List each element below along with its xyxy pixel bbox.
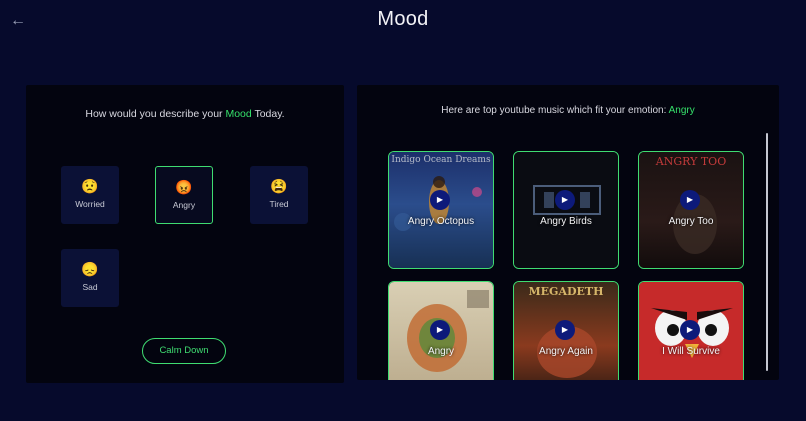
sad-face-icon: 😞 — [81, 261, 99, 277]
mood-label: Sad — [82, 282, 98, 292]
song-card[interactable]: ▶ I Will Survive — [638, 281, 744, 380]
heading-text: Here are top youtube music which fit you… — [441, 105, 669, 116]
mood-option-angry[interactable]: 😡 Angry — [155, 166, 213, 224]
play-icon[interactable]: ▶ — [555, 320, 575, 340]
mood-panel: How would you describe your Mood Today. … — [26, 85, 344, 383]
thumbnail-text: Indigo Ocean Dreams — [391, 155, 491, 165]
thumbnail-art — [533, 185, 601, 215]
mood-option-tired[interactable]: 😫 Tired — [250, 166, 308, 224]
mood-label: Worried — [75, 199, 105, 209]
page-title: Mood — [377, 8, 429, 30]
song-thumbnail — [514, 152, 618, 268]
play-icon[interactable]: ▶ — [430, 190, 450, 210]
song-card[interactable]: ANGRY TOO ▶ Angry Too — [638, 151, 744, 269]
music-heading: Here are top youtube music which fit you… — [357, 105, 779, 116]
play-icon[interactable]: ▶ — [430, 320, 450, 340]
song-card[interactable]: MEGADETH ▶ Angry Again — [513, 281, 619, 380]
play-icon[interactable]: ▶ — [555, 190, 575, 210]
song-card[interactable]: ▶ Angry — [388, 281, 494, 380]
worried-face-icon: 😟 — [81, 178, 99, 194]
question-suffix: Today. — [251, 108, 285, 120]
music-panel: Here are top youtube music which fit you… — [357, 85, 779, 380]
song-title: Angry Too — [668, 216, 714, 227]
thumbnail-text: MEGADETH — [528, 285, 604, 298]
mood-option-worried[interactable]: 😟 Worried — [61, 166, 119, 224]
mood-label: Tired — [269, 199, 289, 209]
song-thumbnail: ANGRY TOO — [639, 152, 743, 268]
tired-face-icon: 😫 — [270, 178, 288, 194]
question-highlight: Mood — [225, 108, 252, 120]
song-title: I Will Survive — [662, 346, 720, 357]
song-title: Angry Birds — [540, 216, 592, 227]
calm-down-button[interactable]: Calm Down — [142, 338, 226, 364]
thumbnail-text: ANGRY TOO — [655, 155, 727, 168]
song-title: Angry Again — [539, 346, 593, 357]
thumbnail-art — [394, 176, 482, 231]
question-text: How would you describe your — [85, 108, 226, 120]
song-thumbnail: Indigo Ocean Dreams — [389, 152, 493, 268]
thumbnail-art — [673, 194, 717, 254]
song-card[interactable]: Indigo Ocean Dreams ▶ Angry Octopus — [388, 151, 494, 269]
play-icon[interactable]: ▶ — [680, 190, 700, 210]
song-card[interactable]: ▶ Angry Birds — [513, 151, 619, 269]
scrollbar[interactable] — [766, 133, 768, 371]
mood-label: Angry — [172, 200, 196, 210]
song-title: Angry Octopus — [407, 216, 475, 227]
song-title: Angry — [427, 346, 455, 357]
mood-option-sad[interactable]: 😞 Sad — [61, 249, 119, 307]
heading-emotion: Angry — [668, 105, 695, 116]
play-icon[interactable]: ▶ — [680, 320, 700, 340]
mood-question: How would you describe your Mood Today. — [26, 108, 344, 120]
angry-face-icon: 😡 — [175, 179, 193, 195]
